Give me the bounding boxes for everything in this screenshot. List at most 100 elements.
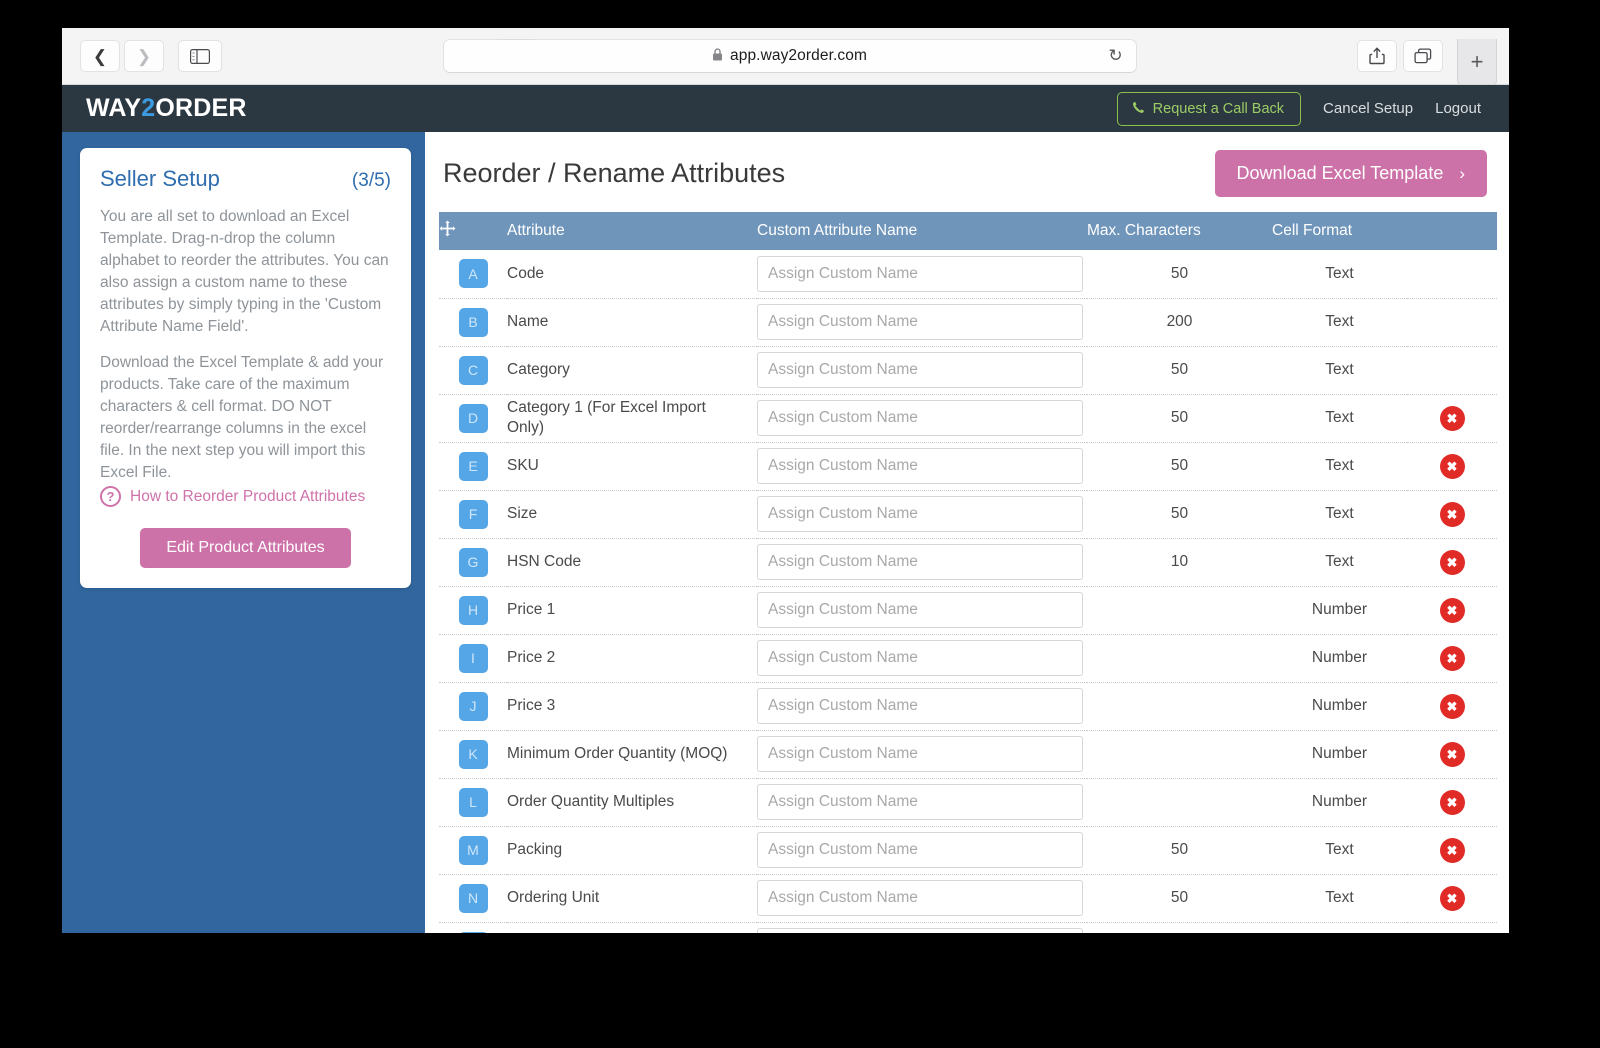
logout-link[interactable]: Logout (1435, 100, 1481, 117)
new-tab-button[interactable]: + (1457, 39, 1497, 85)
custom-attribute-name-input[interactable] (757, 688, 1083, 724)
row-drag-handle-cell: F (439, 490, 507, 539)
table-row[interactable]: J Price 3 Number ✖ (439, 682, 1497, 731)
custom-attribute-name-input[interactable] (757, 544, 1083, 580)
cancel-setup-link[interactable]: Cancel Setup (1323, 100, 1413, 117)
custom-attribute-name-input[interactable] (757, 352, 1083, 388)
cell-format-cell: Text (1272, 394, 1407, 443)
seller-setup-title: Seller Setup (100, 166, 220, 191)
reload-icon[interactable]: ↻ (1106, 46, 1126, 66)
cell-format-cell: Number (1272, 586, 1407, 635)
custom-attribute-name-input[interactable] (757, 784, 1083, 820)
attributes-table-head: Attribute Custom Attribute Name Max. Cha… (439, 212, 1497, 250)
column-letter-badge[interactable]: H (458, 595, 488, 625)
attribute-name-cell: HSN Code (507, 538, 757, 587)
forward-icon[interactable]: ❯ (124, 40, 164, 72)
custom-attribute-name-input[interactable] (757, 640, 1083, 676)
move-arrows-icon (439, 220, 456, 241)
back-icon[interactable]: ❮ (80, 40, 120, 72)
custom-attribute-name-input[interactable] (757, 448, 1083, 484)
custom-name-cell (757, 682, 1087, 731)
row-drag-handle-cell: A (439, 250, 507, 299)
table-row[interactable]: C Category 50Text (439, 346, 1497, 395)
delete-cell: ✖ (1407, 394, 1497, 443)
way2order-logo[interactable]: WAY2ORDER (86, 94, 247, 123)
delete-attribute-button[interactable]: ✖ (1439, 597, 1465, 623)
column-letter-badge[interactable]: I (458, 643, 488, 673)
delete-attribute-button[interactable]: ✖ (1439, 837, 1465, 863)
column-letter-badge[interactable]: D (458, 403, 488, 433)
address-bar[interactable]: app.way2order.com ↻ (443, 40, 1136, 72)
custom-attribute-name-input[interactable] (757, 880, 1083, 916)
table-row[interactable]: G HSN Code 10Text ✖ (439, 538, 1497, 587)
tab-overview-icon[interactable] (1403, 40, 1443, 72)
custom-attribute-name-input[interactable] (757, 592, 1083, 628)
custom-name-cell (757, 490, 1087, 539)
delete-attribute-button[interactable]: ✖ (1439, 405, 1465, 431)
column-letter-badge[interactable]: J (458, 691, 488, 721)
column-letter-badge[interactable]: A (458, 259, 488, 289)
header-actions: Request a Call Back Cancel Setup Logout (1116, 91, 1481, 126)
column-letter-badge[interactable]: E (458, 451, 488, 481)
table-row[interactable]: O✖ (439, 922, 1497, 933)
custom-name-cell (757, 298, 1087, 347)
delete-attribute-button[interactable]: ✖ (1439, 453, 1465, 479)
help-link-row[interactable]: ? How to Reorder Product Attributes (100, 486, 391, 507)
delete-attribute-button[interactable]: ✖ (1439, 789, 1465, 815)
column-letter-badge[interactable]: O (458, 931, 488, 933)
custom-attribute-name-input[interactable] (757, 400, 1083, 436)
delete-attribute-button[interactable]: ✖ (1439, 501, 1465, 527)
main-header: Reorder / Rename Attributes Download Exc… (439, 150, 1487, 197)
max-characters-cell (1087, 634, 1272, 683)
table-row[interactable]: H Price 1 Number ✖ (439, 586, 1497, 635)
delete-attribute-button[interactable]: ✖ (1439, 549, 1465, 575)
table-row[interactable]: A Code 50Text (439, 250, 1497, 299)
custom-attribute-name-input[interactable] (757, 255, 1083, 292)
column-letter-badge[interactable]: C (458, 355, 488, 385)
max-characters-cell: 50 (1087, 490, 1272, 539)
delete-attribute-button[interactable]: ✖ (1439, 693, 1465, 719)
column-letter-badge[interactable]: N (458, 883, 488, 913)
custom-attribute-name-input[interactable] (757, 496, 1083, 532)
attribute-name-cell: Code (507, 250, 757, 299)
custom-attribute-name-input[interactable] (757, 928, 1083, 933)
attribute-name-cell: Order Quantity Multiples (507, 778, 757, 827)
sidebar-panel-icon[interactable] (178, 40, 222, 72)
table-row[interactable]: F Size 50Text ✖ (439, 490, 1497, 539)
delete-attribute-button[interactable]: ✖ (1439, 645, 1465, 671)
column-letter-badge[interactable]: L (458, 787, 488, 817)
table-row[interactable]: B Name 200Text (439, 298, 1497, 347)
attributes-table: Attribute Custom Attribute Name Max. Cha… (439, 212, 1497, 933)
table-row[interactable]: N Ordering Unit 50Text ✖ (439, 874, 1497, 923)
delete-attribute-button[interactable]: ✖ (1439, 885, 1465, 911)
column-letter-badge[interactable]: M (458, 835, 488, 865)
custom-name-cell (757, 826, 1087, 875)
page-title: Reorder / Rename Attributes (443, 158, 786, 188)
custom-attribute-name-input[interactable] (757, 832, 1083, 868)
delete-attribute-button[interactable]: ✖ (1439, 741, 1465, 767)
column-letter-badge[interactable]: B (458, 307, 488, 337)
table-row[interactable]: M Packing 50Text ✖ (439, 826, 1497, 875)
edit-product-attributes-button[interactable]: Edit Product Attributes (140, 528, 351, 568)
attribute-name-cell: Name (507, 298, 757, 347)
request-call-back-label: Request a Call Back (1152, 100, 1285, 117)
how-to-reorder-link[interactable]: How to Reorder Product Attributes (130, 488, 365, 506)
delete-cell (1407, 250, 1497, 299)
custom-attribute-name-input[interactable] (757, 736, 1083, 772)
cell-format-cell: Text (1272, 538, 1407, 587)
table-row[interactable]: I Price 2 Number ✖ (439, 634, 1497, 683)
download-excel-template-button[interactable]: Download Excel Template › (1214, 150, 1487, 197)
table-row[interactable]: E SKU 50Text ✖ (439, 442, 1497, 491)
column-letter-badge[interactable]: K (458, 739, 488, 769)
custom-attribute-name-input[interactable] (757, 304, 1083, 340)
table-row[interactable]: D Category 1 (For Excel Import Only) 50Tex… (439, 394, 1497, 443)
request-call-back-button[interactable]: Request a Call Back (1116, 91, 1302, 126)
share-icon[interactable] (1357, 40, 1397, 72)
column-letter-badge[interactable]: G (458, 547, 488, 577)
column-letter-badge[interactable]: F (458, 499, 488, 529)
delete-cell: ✖ (1407, 778, 1497, 827)
table-row[interactable]: L Order Quantity Multiples Number ✖ (439, 778, 1497, 827)
delete-cell: ✖ (1407, 730, 1497, 779)
table-row[interactable]: K Minimum Order Quantity (MOQ) Number ✖ (439, 730, 1497, 779)
row-drag-handle-cell: E (439, 442, 507, 491)
